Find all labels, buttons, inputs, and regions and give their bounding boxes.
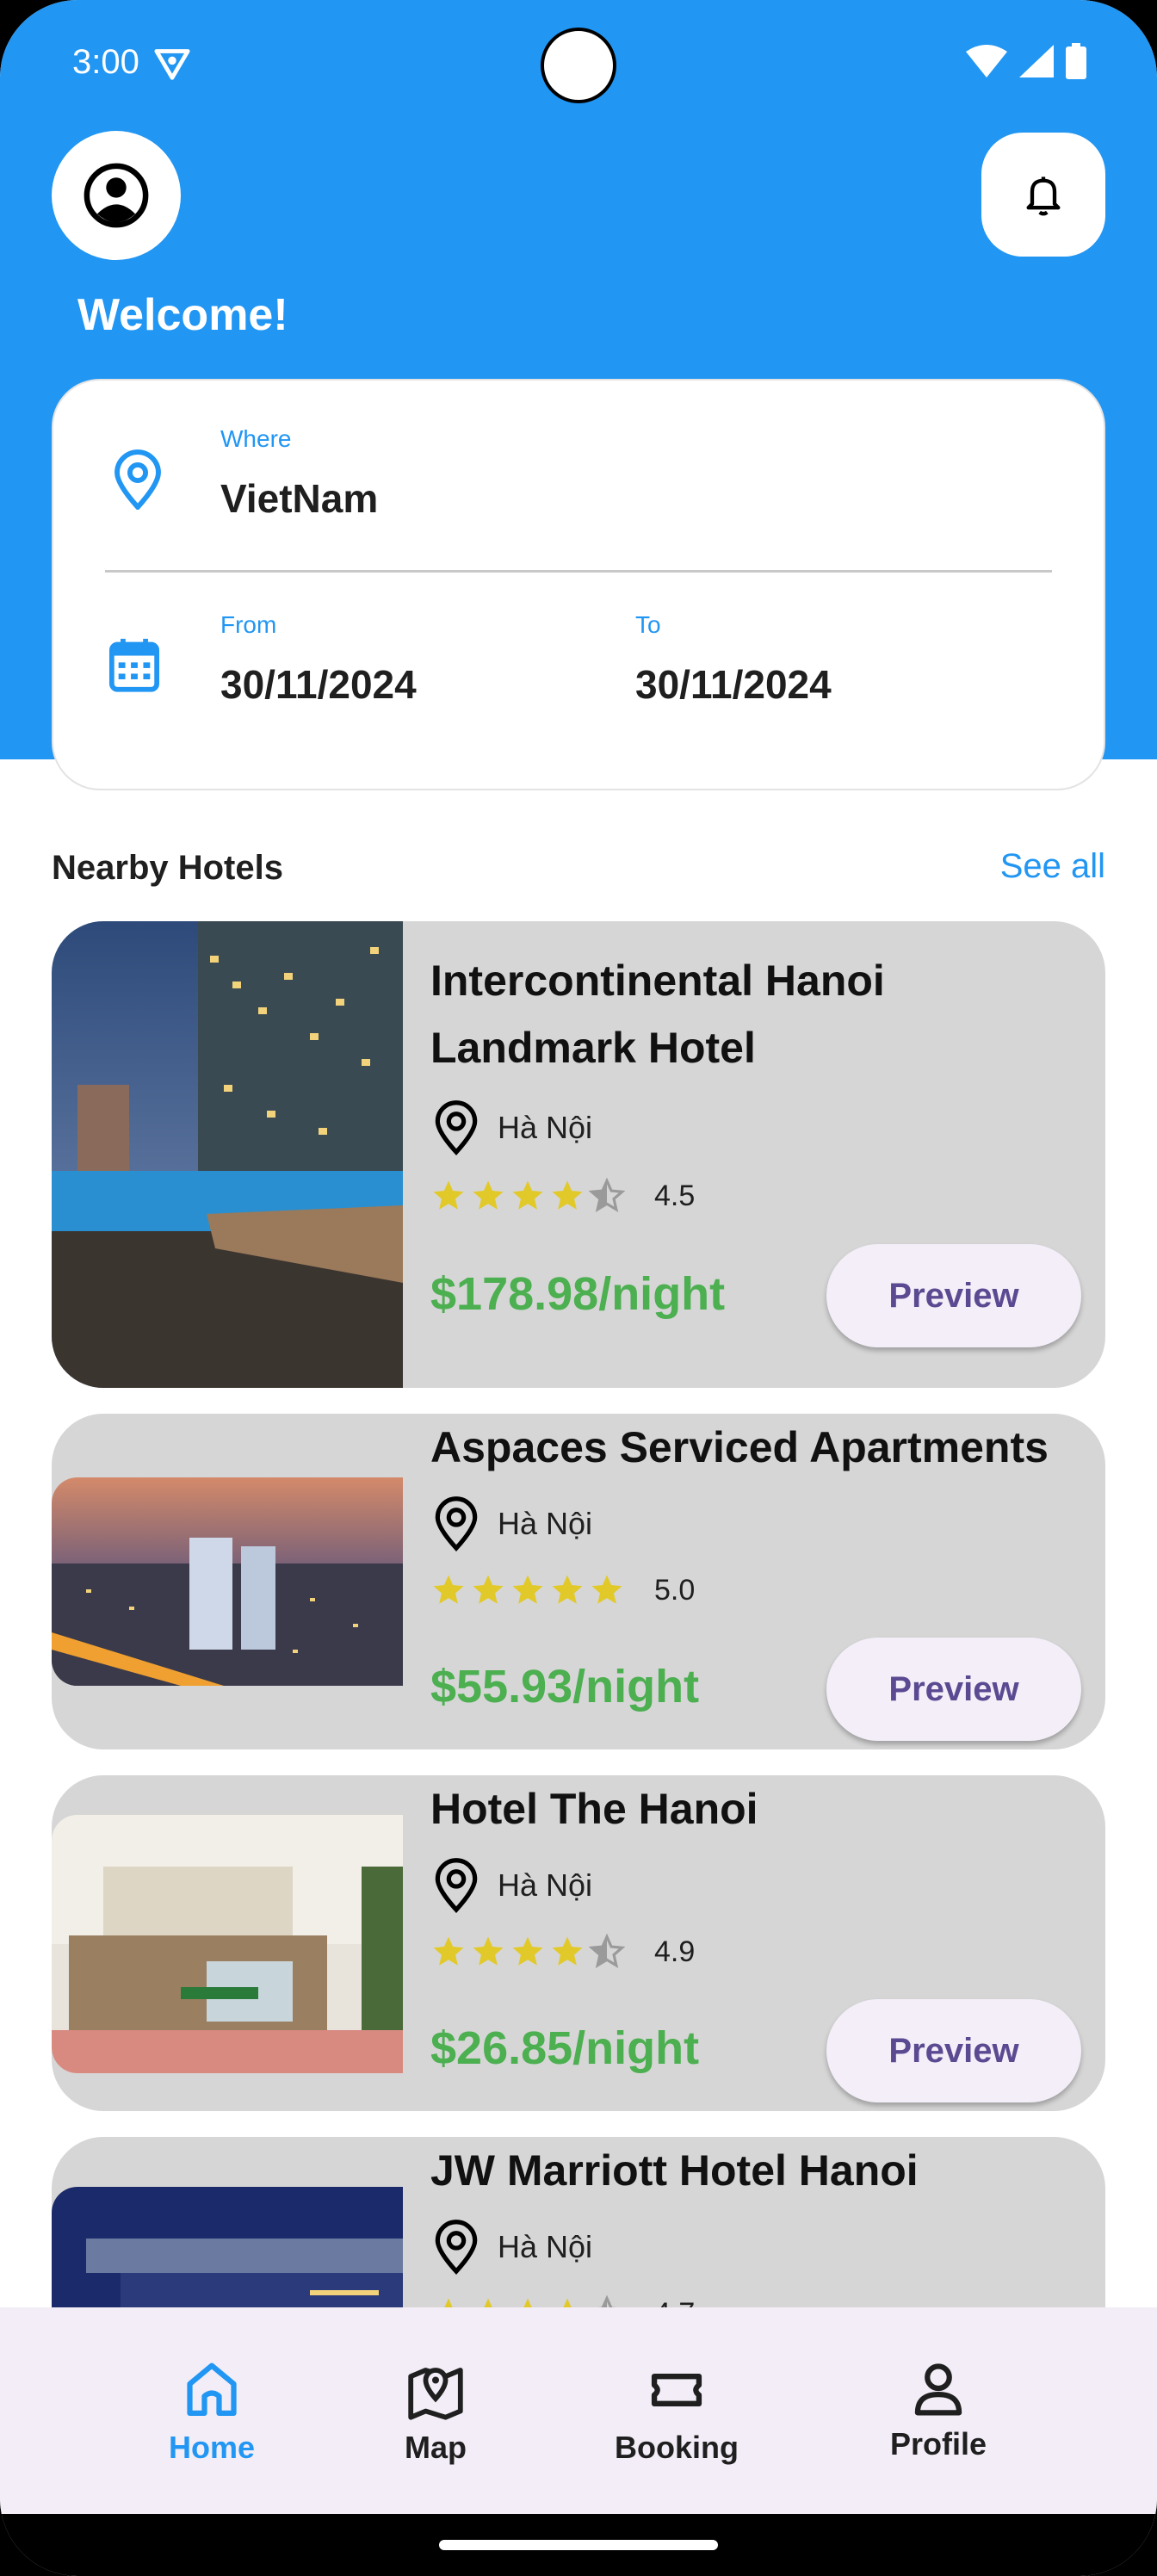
rating-value: 4.5: [654, 1179, 696, 1212]
notifications-button[interactable]: [981, 133, 1105, 257]
bell-icon: [1026, 176, 1061, 216]
star-icon: [552, 1575, 583, 1604]
hotel-card[interactable]: Aspaces Serviced Apartments Hà Nội 5.0 $…: [52, 1414, 1105, 1749]
preview-button[interactable]: Preview: [826, 1244, 1081, 1347]
hotel-card[interactable]: Hotel The Hanoi Hà Nội 4.9 $26.85/night …: [52, 1775, 1105, 2111]
star-icon: [433, 1936, 464, 1966]
map-icon: [408, 2368, 463, 2420]
where-label: Where: [220, 425, 292, 452]
vpn-icon: [154, 49, 190, 80]
account-circle-icon: [84, 163, 149, 228]
hotel-location: Hà Nội: [434, 1100, 592, 1155]
rating-value: 5.0: [654, 1573, 696, 1607]
hotel-location: Hà Nội: [434, 1496, 592, 1551]
signal-icon: [1019, 45, 1054, 77]
location-text: Hà Nội: [498, 2229, 593, 2264]
star-rating: [430, 1572, 625, 1608]
star-icon: [552, 1180, 583, 1210]
ticket-icon: [651, 2373, 702, 2407]
status-icons: [966, 43, 1086, 79]
nav-label-home: Home: [168, 2430, 256, 2465]
location-text: Hà Nội: [498, 1506, 593, 1541]
avatar-button[interactable]: [52, 131, 181, 260]
star-half-icon: [589, 1934, 625, 1968]
location-text: Hà Nội: [498, 1867, 593, 1903]
star-icon: [512, 1180, 543, 1210]
from-date-input[interactable]: 30/11/2024: [220, 661, 417, 708]
location-pin-icon: [114, 449, 161, 510]
calendar-icon: [108, 638, 160, 692]
preview-button[interactable]: Preview: [826, 1638, 1081, 1741]
location-pin-icon: [435, 1100, 478, 1155]
star-icon: [433, 1575, 464, 1604]
nav-label-map: Map: [405, 2430, 467, 2465]
location-pin-icon: [435, 1496, 478, 1551]
star-icon: [473, 1575, 504, 1604]
wifi-icon: [966, 45, 1007, 77]
nav-item-map[interactable]: Map: [350, 2359, 522, 2466]
star-rating: [430, 1934, 625, 1970]
hotel-name: Hotel The Hanoi: [430, 1785, 758, 1833]
hotel-price: $178.98/night: [430, 1268, 726, 1320]
hotel-price: $26.85/night: [430, 2022, 700, 2074]
nav-label-profile: Profile: [889, 2426, 987, 2461]
rating-value: 4.9: [654, 1935, 696, 1968]
location-pin-icon: [435, 1858, 478, 1913]
nearby-hotels-title: Nearby Hotels: [52, 849, 283, 887]
star-icon: [591, 1575, 622, 1604]
hotel-rating: 4.5: [430, 1178, 695, 1214]
hotel-name: JW Marriott Hotel Hanoi: [430, 2146, 919, 2195]
app-screen: 3:00 Welcome! Where VietNam From 30/11/2…: [0, 0, 1157, 2576]
hotel-name: Intercontinental Hanoi Landmark Hotel: [430, 957, 885, 1072]
to-label: To: [635, 611, 661, 638]
home-icon: [187, 2362, 237, 2417]
hotel-card[interactable]: Intercontinental Hanoi Landmark Hotel Hà…: [52, 921, 1105, 1388]
star-rating: [430, 1178, 625, 1214]
hotel-image: [52, 921, 403, 1388]
search-divider: [105, 570, 1052, 573]
person-icon: [914, 2363, 962, 2416]
hotel-price: $55.93/night: [430, 1661, 700, 1712]
from-label: From: [220, 611, 277, 638]
hotel-rating: 4.9: [430, 1934, 695, 1970]
search-card: [52, 379, 1105, 790]
hotel-name: Aspaces Serviced Apartments: [430, 1423, 1049, 1471]
camera-cutout: [541, 28, 616, 103]
home-indicator[interactable]: [439, 2540, 718, 2550]
location-text: Hà Nội: [498, 1110, 593, 1145]
star-icon: [512, 1575, 543, 1604]
where-input[interactable]: VietNam: [220, 475, 378, 522]
star-icon: [433, 1180, 464, 1210]
to-date-input[interactable]: 30/11/2024: [635, 661, 832, 708]
star-half-icon: [589, 1178, 625, 1212]
star-icon: [512, 1936, 543, 1966]
nav-label-booking: Booking: [615, 2430, 739, 2465]
star-icon: [552, 1936, 583, 1966]
nav-item-profile[interactable]: Profile: [852, 2359, 1024, 2462]
hotel-rating: 5.0: [430, 1572, 695, 1608]
hotel-location: Hà Nội: [434, 2220, 592, 2275]
hotel-location: Hà Nội: [434, 1858, 592, 1913]
welcome-title: Welcome!: [77, 290, 288, 340]
hotel-image: [52, 1815, 403, 2073]
nav-item-home[interactable]: Home: [126, 2359, 298, 2466]
star-icon: [473, 1180, 504, 1210]
preview-button[interactable]: Preview: [826, 1999, 1081, 2102]
hotel-image: [52, 1477, 403, 1686]
star-icon: [473, 1936, 504, 1966]
status-time: 3:00: [72, 43, 139, 81]
see-all-link[interactable]: See all: [1000, 847, 1105, 886]
battery-icon: [1066, 43, 1086, 79]
location-pin-icon: [435, 2220, 478, 2275]
nav-item-booking[interactable]: Booking: [591, 2359, 763, 2466]
